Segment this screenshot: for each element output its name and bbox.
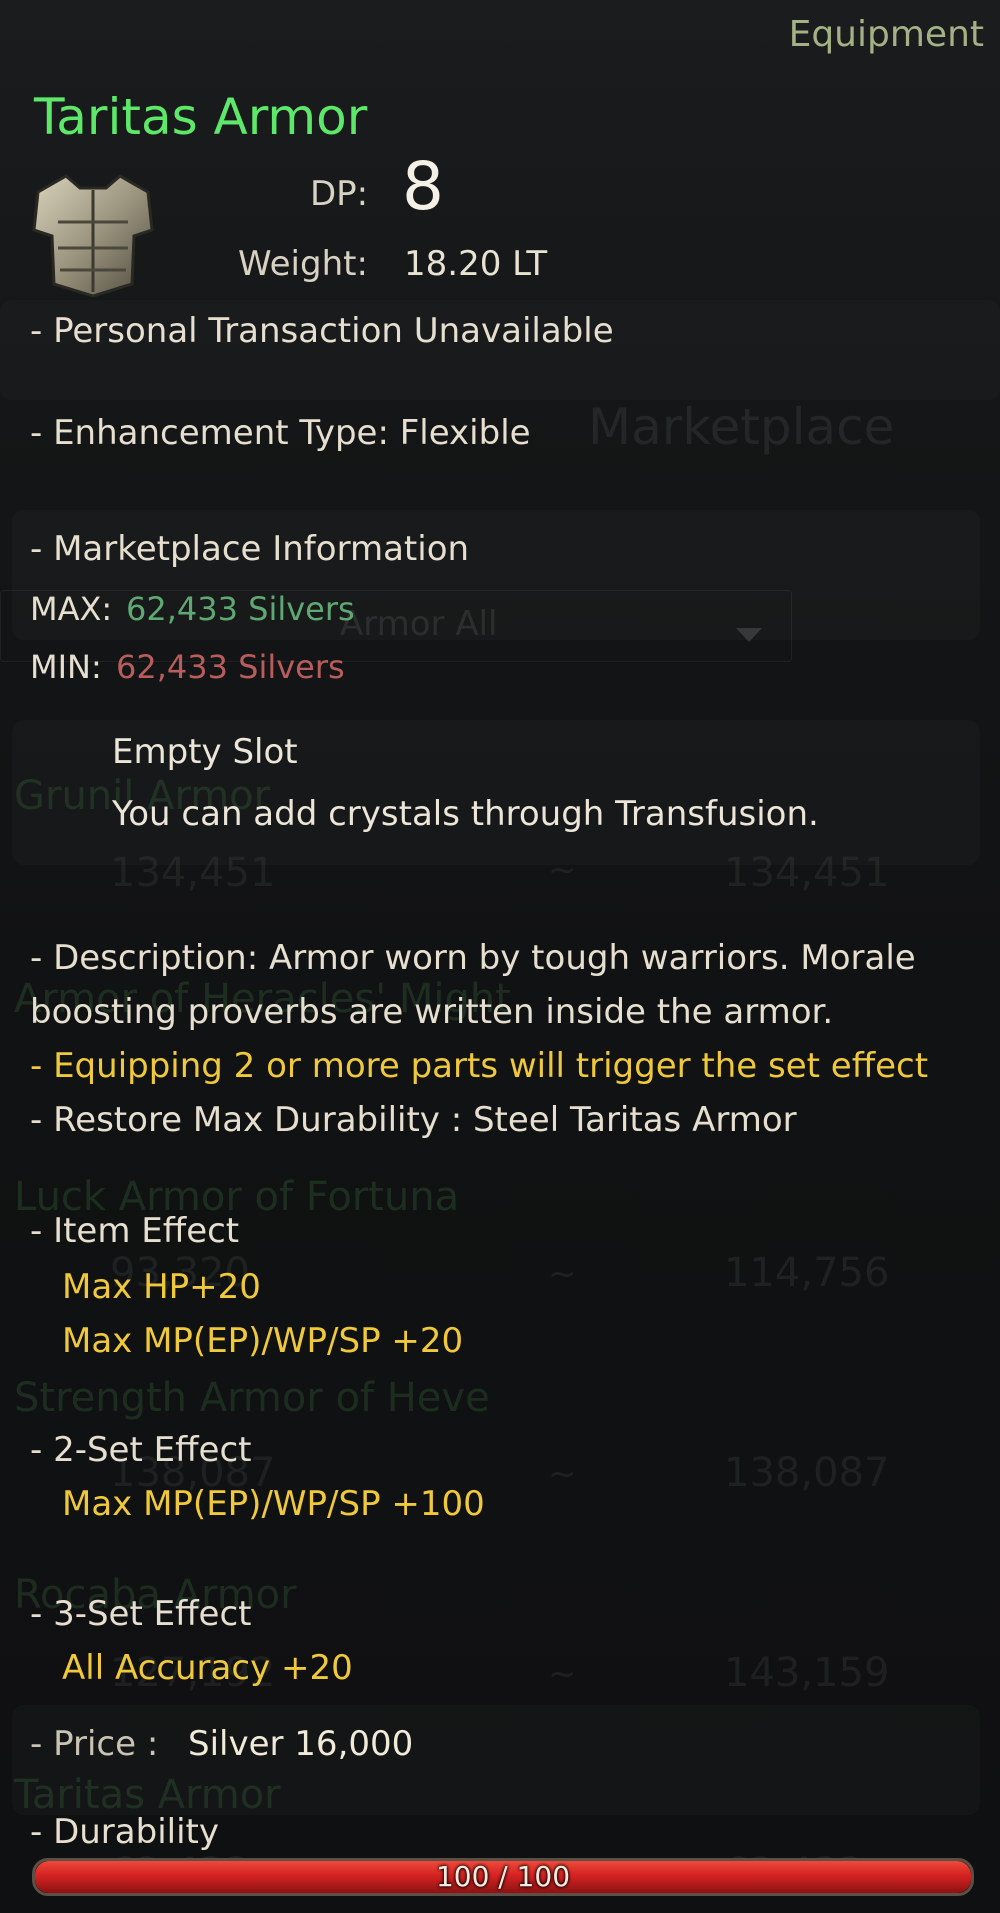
crystal-slot-text: You can add crystals through Transfusion… — [112, 794, 819, 834]
bg-item-sep: ~ — [548, 1654, 577, 1694]
max-price-label: MAX: — [30, 590, 113, 628]
max-price-value: 62,433 Silvers — [126, 590, 355, 628]
enhancement-type: - Enhancement Type: Flexible — [30, 413, 531, 453]
bg-item-high: 134,451 — [724, 850, 890, 896]
armor-chestplate-icon — [28, 162, 158, 302]
durability-text: 100 / 100 — [435, 1860, 571, 1893]
dp-value: 8 — [402, 148, 444, 225]
set3-effect-title: - 3-Set Effect — [30, 1594, 252, 1634]
bg-item-sep: ~ — [548, 850, 577, 890]
transaction-status: - Personal Transaction Unavailable — [30, 311, 614, 351]
set3-effect-line: All Accuracy +20 — [62, 1648, 353, 1688]
item-tooltip: Marketplace Armor All Grunil Armor 134,4… — [0, 0, 1000, 1913]
set-trigger-note: - Equipping 2 or more parts will trigger… — [30, 1046, 929, 1086]
durability-bar: 100 / 100 — [32, 1858, 974, 1896]
bg-item-high: 143,159 — [724, 1650, 890, 1696]
description-line: boosting proverbs are written inside the… — [30, 992, 834, 1032]
item-effect-title: - Item Effect — [30, 1211, 240, 1251]
bg-filter-label: Armor All — [340, 604, 498, 644]
bg-item-sep: ~ — [548, 1454, 577, 1494]
item-name: Taritas Armor — [34, 88, 368, 146]
bg-item-low: 134,451 — [110, 850, 276, 896]
crystal-slot-title: Empty Slot — [112, 732, 298, 772]
dp-label: DP: — [310, 174, 369, 214]
description-line: - Description: Armor worn by tough warri… — [30, 938, 916, 978]
marketplace-info-title: - Marketplace Information — [30, 529, 470, 569]
bg-item-sep: ~ — [548, 1254, 577, 1294]
set2-effect-title: - 2-Set Effect — [30, 1430, 252, 1470]
set2-effect-line: Max MP(EP)/WP/SP +100 — [62, 1484, 485, 1524]
weight-label: Weight: — [238, 244, 368, 284]
min-price-label: MIN: — [30, 648, 102, 686]
price-label: - Price : — [30, 1724, 159, 1764]
min-price-value: 62,433 Silvers — [116, 648, 345, 686]
weight-value: 18.20 LT — [404, 244, 548, 284]
bg-chevron-down-icon — [736, 628, 762, 642]
item-effect-line: Max HP+20 — [62, 1267, 261, 1307]
bg-item-high: 138,087 — [724, 1450, 890, 1496]
restore-durability-note: - Restore Max Durability : Steel Taritas… — [30, 1100, 797, 1140]
bg-item-high: 114,756 — [724, 1250, 890, 1296]
bg-marketplace-title: Marketplace — [588, 398, 895, 456]
price-value: Silver 16,000 — [188, 1724, 414, 1764]
bg-item-name: Strength Armor of Heve — [14, 1375, 490, 1421]
item-effect-line: Max MP(EP)/WP/SP +20 — [62, 1321, 464, 1361]
item-category: Equipment — [788, 14, 984, 55]
durability-label: - Durability — [30, 1812, 219, 1852]
